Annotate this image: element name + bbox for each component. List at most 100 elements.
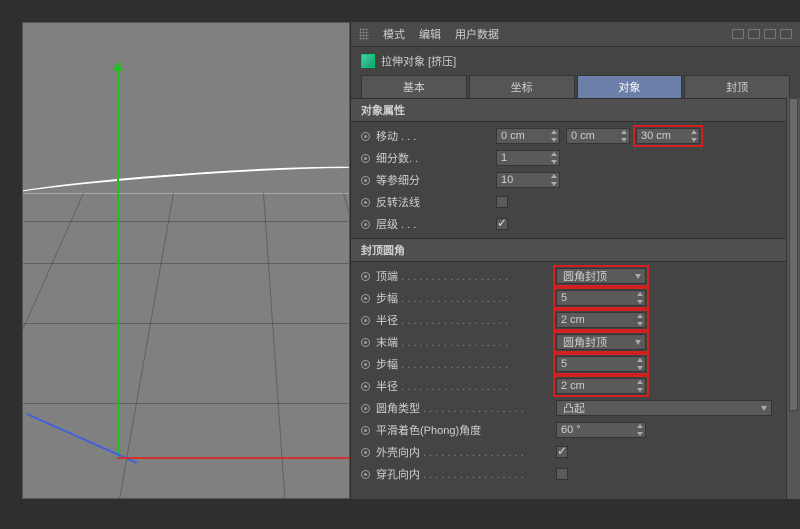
panel-menubar: 模式 编辑 用户数据	[351, 22, 800, 47]
value-end-type: 圆角封顶	[563, 334, 607, 350]
spinner-icon[interactable]	[637, 424, 643, 436]
row-step1: 步幅 5	[351, 287, 786, 309]
param-bullet-icon[interactable]	[361, 470, 370, 479]
tabs: 基本 坐标 对象 封顶	[351, 73, 800, 98]
dropdown-top-type[interactable]: 圆角封顶	[556, 268, 646, 284]
dropdown-fillet-type[interactable]: 凸起	[556, 400, 772, 416]
viewport-3d[interactable]	[22, 22, 350, 499]
row-fillet-type: 圆角类型 凸起	[351, 397, 786, 419]
label-step1: 步幅	[376, 290, 526, 306]
param-bullet-icon[interactable]	[361, 448, 370, 457]
label-fillet-type: 圆角类型	[376, 400, 526, 416]
value-step2: 5	[561, 358, 567, 370]
param-bullet-icon[interactable]	[361, 382, 370, 391]
label-top: 顶端	[376, 268, 526, 284]
param-bullet-icon[interactable]	[361, 154, 370, 163]
row-subdiv: 细分数. . 1	[351, 147, 786, 169]
param-bullet-icon[interactable]	[361, 220, 370, 229]
param-bullet-icon[interactable]	[361, 294, 370, 303]
object-title-row: 拉伸对象 [挤压]	[351, 47, 800, 73]
value-phong: 60 °	[561, 424, 581, 436]
label-iso: 等参细分	[376, 172, 496, 188]
panel-scrollbar[interactable]	[786, 98, 800, 499]
panel-button-up[interactable]	[764, 29, 776, 39]
value-move-x: 0 cm	[501, 130, 525, 142]
axis-x[interactable]	[117, 457, 350, 459]
input-step2[interactable]: 5	[556, 356, 646, 372]
spinner-icon[interactable]	[551, 152, 557, 164]
param-bullet-icon[interactable]	[361, 338, 370, 347]
label-phong: 平滑着色(Phong)角度	[376, 422, 526, 438]
label-rad2: 半径	[376, 378, 526, 394]
input-iso[interactable]: 10	[496, 172, 560, 188]
label-move: 移动 . . .	[376, 128, 496, 144]
spinner-icon[interactable]	[637, 314, 643, 326]
param-bullet-icon[interactable]	[361, 272, 370, 281]
input-move-z[interactable]: 30 cm	[636, 128, 700, 144]
input-subdiv[interactable]: 1	[496, 150, 560, 166]
label-flip: 反转法线	[376, 194, 496, 210]
value-iso: 10	[501, 174, 513, 186]
row-flip: 反转法线	[351, 191, 786, 213]
label-end: 末端	[376, 334, 526, 350]
value-fillet-type: 凸起	[563, 400, 585, 416]
panel-button-forward[interactable]	[748, 29, 760, 39]
menu-edit[interactable]: 编辑	[419, 26, 441, 42]
input-rad2[interactable]: 2 cm	[556, 378, 646, 394]
label-hole: 穿孔向内	[376, 466, 526, 482]
input-move-y[interactable]: 0 cm	[566, 128, 630, 144]
panel-button-back[interactable]	[732, 29, 744, 39]
spinner-icon[interactable]	[637, 380, 643, 392]
panel-button-menu[interactable]	[780, 29, 792, 39]
spinner-icon[interactable]	[691, 130, 697, 142]
param-bullet-icon[interactable]	[361, 176, 370, 185]
label-step2: 步幅	[376, 356, 526, 372]
tab-object[interactable]: 对象	[577, 75, 683, 98]
grip-icon[interactable]	[359, 28, 369, 40]
label-subdiv: 细分数. .	[376, 150, 496, 166]
param-bullet-icon[interactable]	[361, 132, 370, 141]
checkbox-shell[interactable]	[556, 446, 568, 458]
checkbox-hier[interactable]	[496, 218, 508, 230]
input-move-x[interactable]: 0 cm	[496, 128, 560, 144]
row-move: 移动 . . . 0 cm 0 cm 30 cm	[351, 125, 786, 147]
row-rad1: 半径 2 cm	[351, 309, 786, 331]
param-bullet-icon[interactable]	[361, 198, 370, 207]
input-phong[interactable]: 60 °	[556, 422, 646, 438]
label-shell: 外壳向内	[376, 444, 526, 460]
row-phong: 平滑着色(Phong)角度 60 °	[351, 419, 786, 441]
row-rad2: 半径 2 cm	[351, 375, 786, 397]
row-end: 末端 圆角封顶	[351, 331, 786, 353]
input-rad1[interactable]: 2 cm	[556, 312, 646, 328]
axis-y[interactable]	[117, 69, 119, 459]
value-top-type: 圆角封顶	[563, 268, 607, 284]
row-iso: 等参细分 10	[351, 169, 786, 191]
spinner-icon[interactable]	[637, 292, 643, 304]
row-shell: 外壳向内	[351, 441, 786, 463]
tab-coord[interactable]: 坐标	[469, 75, 575, 98]
grid-line	[23, 323, 349, 324]
checkbox-hole[interactable]	[556, 468, 568, 480]
menu-mode[interactable]: 模式	[383, 26, 405, 42]
row-hier: 层级 . . .	[351, 213, 786, 235]
param-bullet-icon[interactable]	[361, 404, 370, 413]
grid-line	[23, 403, 349, 404]
spinner-icon[interactable]	[551, 130, 557, 142]
param-bullet-icon[interactable]	[361, 360, 370, 369]
spinner-icon[interactable]	[621, 130, 627, 142]
input-step1[interactable]: 5	[556, 290, 646, 306]
spinner-icon[interactable]	[637, 358, 643, 370]
menu-userdata[interactable]: 用户数据	[455, 26, 499, 42]
value-subdiv: 1	[501, 152, 507, 164]
scrollbar-thumb[interactable]	[789, 98, 798, 411]
tab-caps[interactable]: 封顶	[684, 75, 790, 98]
value-rad2: 2 cm	[561, 380, 585, 392]
param-bullet-icon[interactable]	[361, 316, 370, 325]
value-rad1: 2 cm	[561, 314, 585, 326]
tab-basic[interactable]: 基本	[361, 75, 467, 98]
checkbox-flip[interactable]	[496, 196, 508, 208]
spinner-icon[interactable]	[551, 174, 557, 186]
label-hier: 层级 . . .	[376, 216, 496, 232]
param-bullet-icon[interactable]	[361, 426, 370, 435]
dropdown-end-type[interactable]: 圆角封顶	[556, 334, 646, 350]
